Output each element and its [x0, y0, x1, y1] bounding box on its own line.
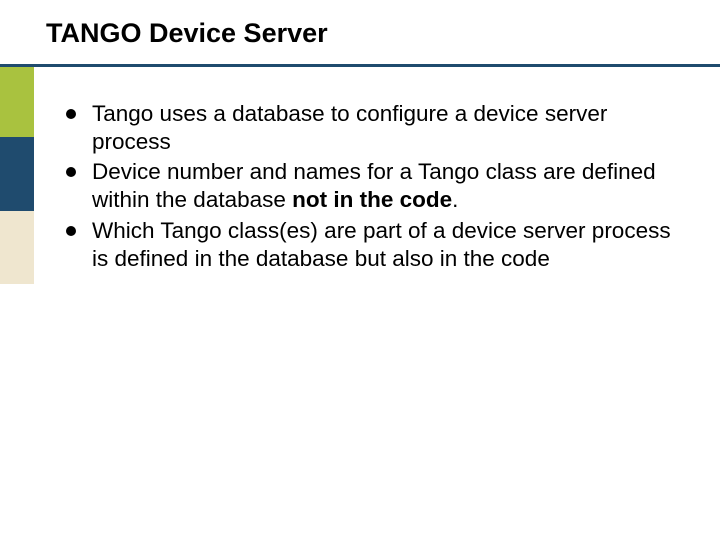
- title-rule: [0, 64, 34, 67]
- list-item: Which Tango class(es) are part of a devi…: [60, 217, 690, 273]
- bullet-list: Tango uses a database to configure a dev…: [60, 100, 690, 273]
- bullet-text: Tango uses a database to configure a dev…: [92, 101, 607, 154]
- accent-left-bar: [0, 64, 34, 284]
- slide-body: Tango uses a database to configure a dev…: [60, 100, 690, 275]
- accent-segment-dark: [0, 137, 34, 210]
- title-rule: [34, 64, 720, 67]
- bullet-text-bold: not in the code: [292, 187, 452, 212]
- slide-title: TANGO Device Server: [46, 18, 328, 49]
- list-item: Tango uses a database to configure a dev…: [60, 100, 690, 156]
- bullet-text: Which Tango class(es) are part of a devi…: [92, 218, 671, 271]
- list-item: Device number and names for a Tango clas…: [60, 158, 690, 214]
- accent-segment-tan: [0, 211, 34, 284]
- accent-segment-green: [0, 64, 34, 137]
- bullet-text: .: [452, 187, 458, 212]
